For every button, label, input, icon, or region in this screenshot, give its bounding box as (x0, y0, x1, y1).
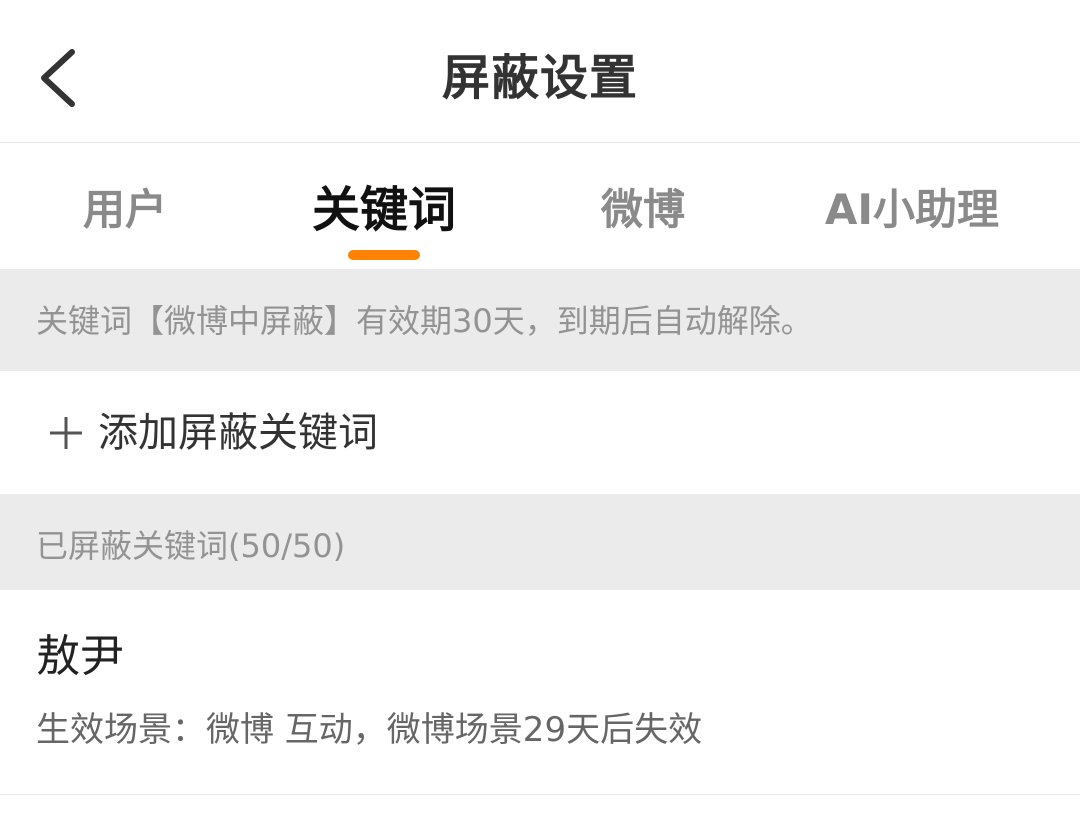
tab-keywords[interactable]: 关键词 (294, 175, 474, 245)
plus-icon (50, 417, 82, 449)
tab-bar: 用户 关键词 微博 AI小助理 (0, 143, 1080, 269)
tab-users[interactable]: 用户 (60, 175, 190, 245)
active-tab-indicator (348, 250, 420, 260)
add-keyword-button[interactable]: 添加屏蔽关键词 (0, 371, 1080, 494)
keyword-description: 生效场景：微博 互动，微博场景29天后失效 (36, 710, 703, 750)
notice-banner: 关键词【微博中屏蔽】有效期30天，到期后自动解除。 (0, 269, 1080, 371)
notice-text: 关键词【微博中屏蔽】有效期30天，到期后自动解除。 (36, 302, 813, 340)
add-keyword-label: 添加屏蔽关键词 (98, 410, 378, 456)
top-bar: 屏蔽设置 (0, 0, 1080, 143)
blocked-keywords-count: 已屏蔽关键词(50/50) (36, 527, 346, 565)
tab-ai-assistant[interactable]: AI小助理 (812, 175, 1012, 245)
keyword-list-item[interactable]: 敖尹 生效场景：微博 互动，微博场景29天后失效 (0, 590, 1080, 795)
blocked-keywords-header: 已屏蔽关键词(50/50) (0, 494, 1080, 590)
page-title: 屏蔽设置 (441, 50, 638, 106)
keyword-name: 敖尹 (36, 631, 124, 682)
tab-weibo[interactable]: 微博 (578, 175, 708, 245)
